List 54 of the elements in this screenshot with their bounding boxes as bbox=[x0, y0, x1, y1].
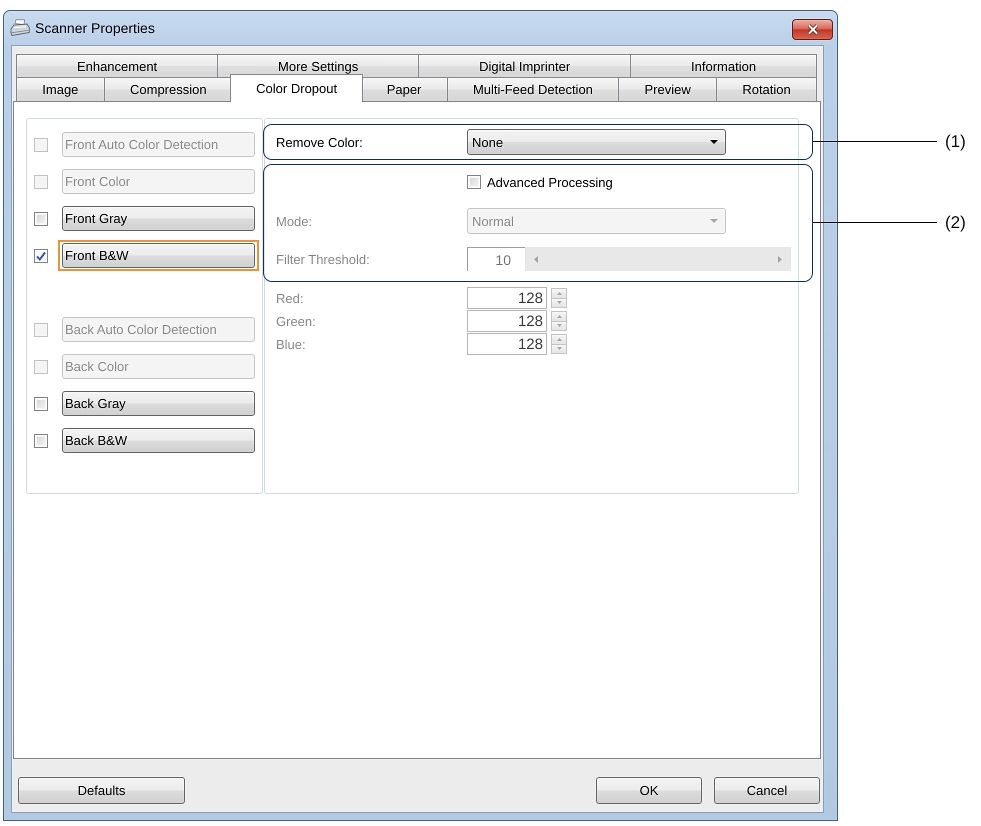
field-label: Filter Threshold: bbox=[275, 252, 371, 266]
caret-icon bbox=[710, 140, 718, 144]
field-label: Remove Color: bbox=[275, 134, 364, 150]
dialog-button[interactable]: Defaults bbox=[18, 777, 185, 804]
field-label: Green: bbox=[275, 314, 317, 328]
tab[interactable]: Multi-Feed Detection bbox=[446, 77, 620, 101]
up-arrow-icon bbox=[556, 292, 562, 295]
spin-down-button[interactable] bbox=[551, 344, 567, 354]
close-icon bbox=[806, 24, 818, 34]
dialog-button[interactable]: Cancel bbox=[714, 777, 820, 804]
option-button[interactable]: Front Gray bbox=[62, 206, 255, 231]
field-label: Mode: bbox=[275, 214, 314, 228]
option-button[interactable]: Back Gray bbox=[62, 391, 255, 416]
tab[interactable]: Information bbox=[630, 54, 818, 77]
right-arrow-icon bbox=[778, 256, 782, 262]
checkbox[interactable] bbox=[34, 434, 48, 448]
dropdown[interactable]: None bbox=[467, 129, 726, 155]
down-arrow-icon bbox=[556, 347, 562, 350]
checkbox[interactable] bbox=[34, 396, 48, 410]
dialog-button[interactable]: OK bbox=[596, 777, 702, 804]
tab[interactable]: Digital Imprinter bbox=[418, 54, 632, 77]
scrollbar[interactable] bbox=[525, 247, 791, 271]
option-button[interactable]: Back B&W bbox=[62, 428, 255, 453]
down-arrow-icon bbox=[556, 301, 562, 304]
tab[interactable]: Image bbox=[16, 77, 105, 101]
callout-number: (2) bbox=[945, 213, 966, 233]
callout-number: (1) bbox=[945, 132, 966, 152]
checkbox[interactable] bbox=[34, 212, 48, 226]
tab[interactable]: More Settings bbox=[217, 54, 420, 77]
tab[interactable]: Rotation bbox=[716, 77, 818, 101]
spin-down-button[interactable] bbox=[551, 298, 567, 308]
spin-up-button[interactable] bbox=[551, 334, 567, 344]
caret-icon bbox=[710, 219, 718, 223]
tab[interactable]: Color Dropout bbox=[230, 74, 364, 102]
spin-up-button[interactable] bbox=[551, 288, 567, 298]
window-title: Scanner Properties bbox=[35, 20, 156, 36]
scanner-icon bbox=[10, 19, 30, 37]
field-label: Red: bbox=[275, 290, 304, 306]
field-label: Blue: bbox=[275, 336, 307, 352]
spin-up-button[interactable] bbox=[551, 311, 567, 322]
checkbox[interactable] bbox=[467, 175, 481, 189]
tab[interactable]: Paper bbox=[360, 77, 448, 101]
checkbox-label: Advanced Processing bbox=[487, 174, 613, 190]
up-arrow-icon bbox=[556, 314, 562, 318]
checkbox[interactable] bbox=[34, 248, 48, 262]
tab[interactable]: Preview bbox=[618, 77, 718, 101]
spin-down-button[interactable] bbox=[551, 322, 567, 331]
close-button[interactable] bbox=[792, 18, 833, 40]
option-button[interactable]: Front B&W bbox=[58, 240, 259, 271]
tab[interactable]: Enhancement bbox=[16, 54, 218, 77]
up-arrow-icon bbox=[556, 338, 562, 341]
left-arrow-icon bbox=[534, 256, 538, 262]
tab[interactable]: Compression bbox=[104, 77, 233, 101]
down-arrow-icon bbox=[556, 324, 562, 328]
